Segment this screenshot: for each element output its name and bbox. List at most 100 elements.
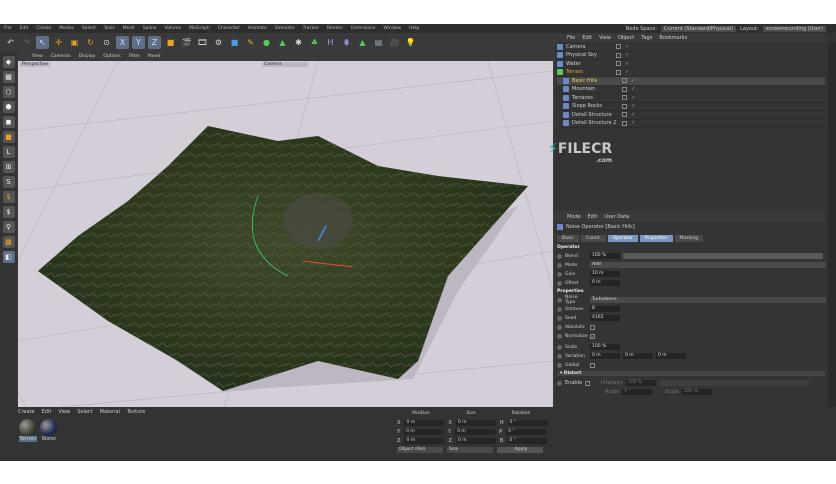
- z-axis-icon[interactable]: Z: [148, 36, 161, 49]
- global-checkbox[interactable]: [590, 362, 595, 368]
- object-row[interactable]: Detail Structure ✓: [557, 111, 825, 120]
- x-axis-icon[interactable]: X: [116, 36, 129, 49]
- menu-modes[interactable]: Modes: [59, 26, 74, 31]
- layer-toggle[interactable]: [622, 95, 627, 101]
- enabled-check-icon[interactable]: ✓: [631, 103, 635, 109]
- tab-masking[interactable]: Masking: [674, 235, 704, 242]
- variation-x-field[interactable]: 0 m: [590, 353, 620, 359]
- layer-toggle[interactable]: [616, 44, 621, 50]
- enabled-check-icon[interactable]: ✓: [625, 61, 629, 67]
- layer-toggle[interactable]: [616, 52, 621, 58]
- anim-dot[interactable]: [557, 315, 562, 321]
- node-space-dropdown[interactable]: Current (Standard/Physical): [661, 25, 737, 32]
- object-row[interactable]: Water ✓: [557, 60, 825, 69]
- menu-mograph[interactable]: MoGraph: [189, 26, 209, 31]
- layer-toggle[interactable]: [622, 86, 627, 92]
- anim-dot[interactable]: [557, 353, 562, 359]
- octaves-field[interactable]: 8: [590, 306, 620, 312]
- menu-extensions[interactable]: Extensions: [351, 26, 375, 31]
- angle-field[interactable]: 0 °: [622, 389, 653, 395]
- menu-render[interactable]: Render: [327, 26, 343, 31]
- om-menu-object[interactable]: Object: [618, 35, 634, 41]
- material-menu-material[interactable]: Material: [100, 409, 120, 415]
- scale-tool-icon[interactable]: ▣: [68, 36, 81, 49]
- om-menu-file[interactable]: File: [567, 35, 575, 41]
- anim-dot[interactable]: [557, 253, 562, 259]
- generator-icon[interactable]: ▲: [276, 36, 289, 49]
- object-row[interactable]: Mountain ✓: [557, 86, 825, 94]
- layer-toggle[interactable]: [622, 103, 627, 109]
- move-tool-icon[interactable]: ✛: [52, 36, 65, 49]
- coord-field[interactable]: 0 m: [455, 437, 496, 444]
- menu-spline[interactable]: Spline: [143, 26, 157, 31]
- viewport-menu-display[interactable]: Display: [79, 54, 96, 59]
- coord-field[interactable]: 0 m: [404, 419, 445, 426]
- attr-menu-mode[interactable]: Mode: [567, 214, 581, 220]
- normalize-checkbox[interactable]: ✓: [590, 333, 595, 339]
- mograph-icon[interactable]: ✱: [292, 36, 305, 49]
- object-row[interactable]: Slope Rocks ✓: [557, 103, 825, 111]
- enable-checkbox[interactable]: [585, 380, 591, 386]
- om-menu-edit[interactable]: Edit: [582, 35, 592, 41]
- absolute-checkbox[interactable]: [590, 324, 595, 330]
- coord-field[interactable]: 0 m: [455, 428, 496, 435]
- material-menu-texture[interactable]: Texture: [127, 409, 145, 415]
- viewport-menu-cameras[interactable]: Cameras: [51, 54, 71, 59]
- spline-pen-icon[interactable]: ✎: [244, 36, 257, 49]
- transform-tool-icon[interactable]: ⊙: [100, 36, 113, 49]
- coord-field[interactable]: 0 °: [507, 419, 548, 426]
- menu-help[interactable]: Help: [409, 26, 419, 31]
- layer-toggle[interactable]: [616, 61, 621, 67]
- material-item[interactable]: Terrain: [19, 419, 37, 442]
- menu-create[interactable]: Create: [36, 26, 51, 31]
- select-tool-icon[interactable]: ↖: [36, 36, 49, 49]
- layer-toggle[interactable]: [622, 112, 627, 118]
- checker-icon[interactable]: ▦: [2, 71, 15, 83]
- menu-animate[interactable]: Animate: [248, 26, 267, 31]
- intensity-slider[interactable]: [658, 380, 809, 386]
- camera-dropdown[interactable]: Camera: [262, 62, 308, 67]
- variation-y-field[interactable]: 0 m: [623, 353, 653, 359]
- make-editable-icon[interactable]: ◆: [2, 56, 15, 68]
- camera-icon[interactable]: 🎥: [388, 36, 401, 49]
- object-row[interactable]: Terrain ✓: [557, 69, 825, 77]
- menu-edit[interactable]: Edit: [20, 26, 29, 31]
- viewport-menu-filter[interactable]: Filter: [129, 54, 140, 59]
- points-mode-icon[interactable]: ⬡: [2, 86, 15, 98]
- tab-properties[interactable]: Properties: [639, 235, 673, 242]
- anim-dot[interactable]: [557, 362, 562, 368]
- anim-dot[interactable]: [557, 271, 562, 277]
- viewport-menu-panel[interactable]: Panel: [148, 54, 160, 59]
- menu-simulate[interactable]: Simulate: [275, 26, 295, 31]
- om-menu-tags[interactable]: Tags: [641, 35, 652, 41]
- blend-field[interactable]: 100 %: [590, 253, 620, 259]
- enabled-check-icon[interactable]: ✓: [625, 44, 629, 50]
- uv-mode-icon[interactable]: ■: [2, 131, 15, 143]
- snap-settings-icon[interactable]: $: [2, 191, 15, 203]
- anim-dot[interactable]: [557, 306, 562, 312]
- scene-icon[interactable]: ⬮: [340, 36, 353, 49]
- workplane-icon[interactable]: $: [2, 206, 15, 218]
- redo-icon[interactable]: ↷: [20, 36, 33, 49]
- enabled-check-icon[interactable]: ✓: [631, 120, 635, 126]
- object-row[interactable]: Detail Structure 2 ✓: [557, 120, 825, 128]
- coord-field[interactable]: 0 m: [455, 419, 496, 426]
- coord-field[interactable]: 0 m: [404, 428, 445, 435]
- seed-field[interactable]: 4162: [590, 315, 620, 321]
- material-menu-select[interactable]: Select: [77, 409, 92, 415]
- field-icon[interactable]: H: [324, 36, 337, 49]
- anim-dot[interactable]: [557, 380, 562, 386]
- render-view-icon[interactable]: 🎬: [180, 36, 193, 49]
- anim-dot[interactable]: [557, 344, 562, 350]
- render-picture-icon[interactable]: 🎞: [196, 36, 209, 49]
- floor-icon[interactable]: ▤: [372, 36, 385, 49]
- material-item[interactable]: Water: [40, 419, 58, 442]
- object-row[interactable]: Physical Sky ✓: [557, 52, 825, 60]
- enabled-check-icon[interactable]: ✓: [631, 95, 635, 101]
- menu-volume[interactable]: Volume: [165, 26, 182, 31]
- menu-window[interactable]: Window: [383, 26, 401, 31]
- grid-icon[interactable]: ▩: [2, 236, 15, 248]
- menu-select[interactable]: Select: [82, 26, 96, 31]
- tab-coord[interactable]: Coord.: [580, 235, 606, 242]
- polygons-mode-icon[interactable]: ◼: [2, 116, 15, 128]
